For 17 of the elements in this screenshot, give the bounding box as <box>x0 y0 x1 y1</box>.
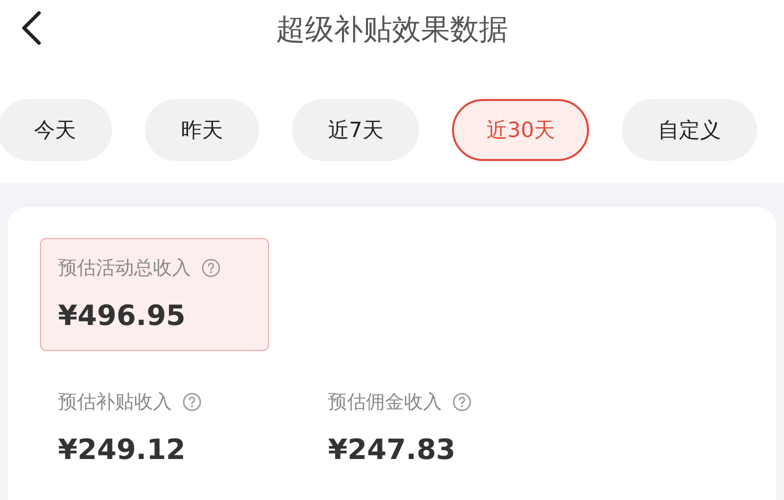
metric-label: 预估活动总收入 <box>58 256 191 281</box>
date-range-tab[interactable]: 今天 <box>0 99 112 161</box>
help-icon[interactable] <box>452 392 472 412</box>
metric-label: 预估佣金收入 <box>328 390 442 415</box>
date-range-tab[interactable]: 近30天 <box>452 99 590 161</box>
date-range-tab[interactable]: 近7天 <box>292 99 420 161</box>
page-title: 超级补贴效果数据 <box>276 11 508 48</box>
date-range-tab[interactable]: 昨天 <box>145 99 259 161</box>
help-icon[interactable] <box>182 392 202 412</box>
back-chevron-icon <box>20 10 42 46</box>
metric-value: ¥249.12 <box>58 433 187 466</box>
help-icon[interactable] <box>201 258 221 278</box>
metric-label: 预估补贴收入 <box>58 390 172 415</box>
metric-value: ¥247.83 <box>328 433 457 466</box>
back-button[interactable] <box>20 10 42 46</box>
metric-value: ¥496.95 <box>58 299 187 332</box>
date-range-tab[interactable]: 自定义 <box>622 99 758 161</box>
